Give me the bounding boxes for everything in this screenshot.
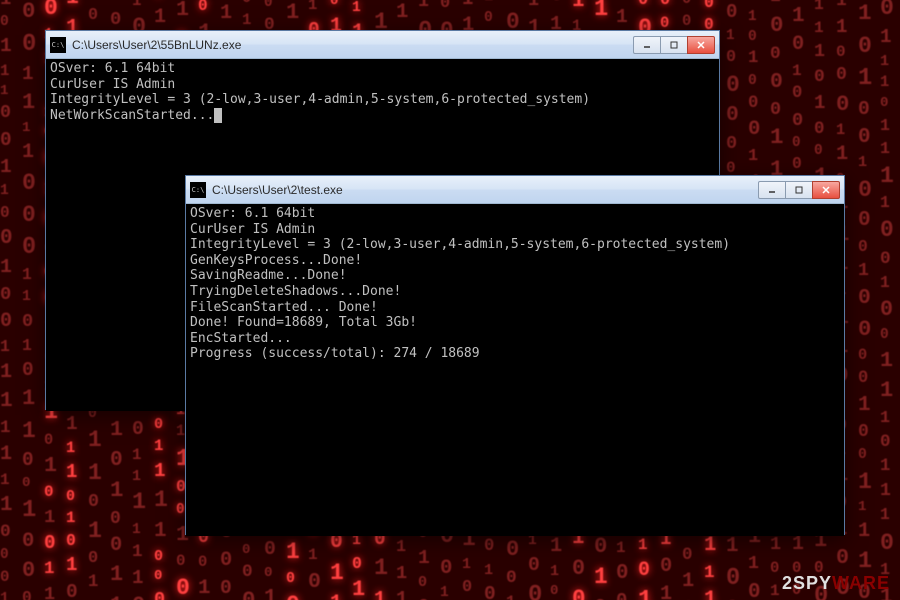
console-icon <box>50 37 66 53</box>
console-window-2: C:\Users\User\2\test.exe OSver: 6.1 64bi… <box>185 175 845 535</box>
watermark-part1: 2SPY <box>782 573 832 593</box>
watermark: 2SPYWARE <box>782 573 890 594</box>
titlebar[interactable]: C:\Users\User\2\55BnLUNz.exe <box>46 31 719 59</box>
minimize-button[interactable] <box>633 36 661 54</box>
maximize-button[interactable] <box>660 36 688 54</box>
window-controls <box>634 36 715 54</box>
watermark-part2: WARE <box>832 573 890 593</box>
titlebar[interactable]: C:\Users\User\2\test.exe <box>186 176 844 204</box>
window-controls <box>759 181 840 199</box>
console-output: OSver: 6.1 64bit CurUser IS Admin Integr… <box>186 204 844 536</box>
minimize-button[interactable] <box>758 181 786 199</box>
window-title: C:\Users\User\2\test.exe <box>212 183 759 197</box>
close-button[interactable] <box>687 36 715 54</box>
close-button[interactable] <box>812 181 840 199</box>
maximize-button[interactable] <box>785 181 813 199</box>
console-icon <box>190 182 206 198</box>
window-title: C:\Users\User\2\55BnLUNz.exe <box>72 38 634 52</box>
